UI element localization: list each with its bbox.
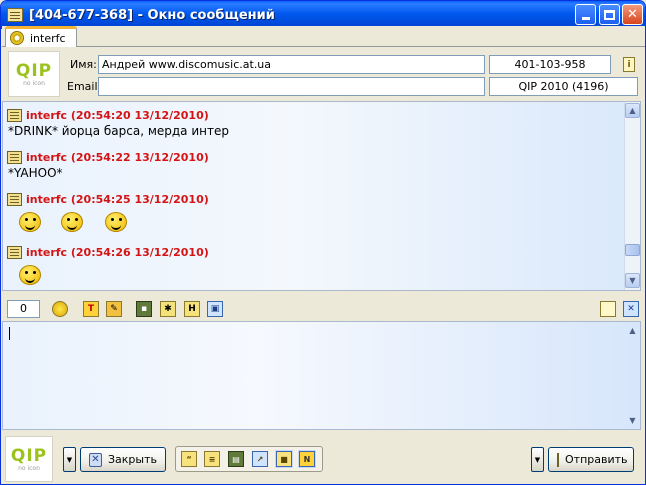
- message-icon: [7, 109, 22, 122]
- send-button[interactable]: Отправить: [548, 447, 634, 472]
- send-button-label: Отправить: [565, 453, 628, 466]
- close-options-dropdown[interactable]: ▼: [63, 447, 76, 472]
- message-text: *YAHOO*: [8, 166, 63, 180]
- contact-info-icon[interactable]: ▤: [228, 451, 244, 467]
- window-title: [404-677-368] - Окно сообщений: [29, 7, 275, 23]
- logo-subtext: no icon: [23, 79, 45, 87]
- message-header: interfc (20:54:22 13/12/2010): [7, 151, 209, 164]
- nudge-icon[interactable]: N: [299, 451, 315, 467]
- input-scroll-down-button[interactable]: ▼: [625, 413, 640, 428]
- message-author: interfc (20:54:20 13/12/2010): [26, 109, 209, 122]
- quick-actions-group: “ ≡ ▤ ↗ ■ N: [175, 446, 323, 472]
- smiley-icon: [105, 212, 127, 232]
- contact-avatar[interactable]: QIP no icon: [8, 51, 60, 97]
- logo-text: QIP: [15, 60, 53, 81]
- close-button[interactable]: ✕ Закрыть: [80, 447, 166, 472]
- message-input[interactable]: [2, 321, 641, 430]
- maximize-button[interactable]: [599, 4, 620, 25]
- color-icon[interactable]: ✎: [106, 301, 122, 317]
- dancing-smiley-icon: [19, 265, 41, 285]
- message-header: interfc (20:54:20 13/12/2010): [7, 109, 209, 122]
- message-author: interfc (20:54:26 13/12/2010): [26, 246, 209, 259]
- transfer-icon[interactable]: ↗: [252, 451, 268, 467]
- close-editor-icon[interactable]: ✕: [623, 301, 639, 317]
- minimize-button[interactable]: [575, 4, 596, 25]
- char-counter: 0: [7, 300, 40, 318]
- send-file-icon[interactable]: ■: [276, 451, 292, 467]
- message-icon: [7, 151, 22, 164]
- smiley-picker-icon[interactable]: [52, 301, 68, 317]
- message-header: interfc (20:54:26 13/12/2010): [7, 246, 209, 259]
- send-options-dropdown[interactable]: ▼: [531, 447, 544, 472]
- minimize-icon: [581, 17, 590, 20]
- bottom-bar: QIP no icon ▼ ✕ Закрыть “ ≡ ▤ ↗ ■ N ▼ От…: [2, 433, 645, 484]
- send-icon: [557, 452, 559, 467]
- email-label: Email:: [67, 80, 102, 93]
- close-window-button[interactable]: ✕: [622, 4, 643, 25]
- contact-details-icon[interactable]: i: [623, 57, 635, 72]
- bottom-logo: QIP no icon: [5, 436, 53, 482]
- title-bar[interactable]: [404-677-368] - Окно сообщений ✕: [1, 1, 645, 29]
- client-field: QIP 2010 (4196): [489, 77, 638, 96]
- font-icon[interactable]: T: [83, 301, 99, 317]
- uin-field[interactable]: 401-103-958: [489, 55, 611, 74]
- close-icon: ✕: [627, 7, 638, 22]
- message-window-icon: [7, 8, 23, 22]
- name-field[interactable]: Андрей www.discomusic.at.ua: [98, 55, 485, 74]
- close-x-icon: ✕: [89, 452, 102, 467]
- history-scrollbar[interactable]: ▲ ▼: [624, 102, 640, 290]
- quote-icon[interactable]: “: [181, 451, 197, 467]
- message-text: *DRINK* йорца барса, мерда интер: [8, 124, 229, 138]
- input-scroll-up-button[interactable]: ▲: [625, 323, 640, 338]
- scroll-up-button[interactable]: ▲: [625, 103, 640, 118]
- note-icon[interactable]: [600, 301, 616, 317]
- email-field[interactable]: [98, 77, 485, 96]
- bottom-logo-subtext: no icon: [18, 464, 40, 472]
- tab-interfc[interactable]: interfc: [5, 26, 77, 47]
- message-header: interfc (20:54:25 13/12/2010): [7, 193, 209, 206]
- message-icon: [7, 193, 22, 206]
- insert-image-icon[interactable]: ✱: [160, 301, 176, 317]
- tab-bar: interfc: [2, 26, 645, 47]
- close-button-label: Закрыть: [108, 453, 157, 466]
- bottom-logo-text: QIP: [10, 445, 48, 466]
- maximize-icon: [604, 9, 615, 20]
- scroll-down-button[interactable]: ▼: [625, 273, 640, 288]
- contact-info-panel: QIP no icon Имя: Андрей www.discomusic.a…: [2, 48, 645, 100]
- paste-icon[interactable]: ≡: [204, 451, 220, 467]
- message-window: [404-677-368] - Окно сообщений ✕ interfc…: [0, 0, 646, 485]
- message-author: interfc (20:54:25 13/12/2010): [26, 193, 209, 206]
- save-icon[interactable]: ▪: [136, 301, 152, 317]
- text-caret: [9, 327, 10, 340]
- history-icon[interactable]: H: [184, 301, 200, 317]
- screenshot-icon[interactable]: ▣: [207, 301, 223, 317]
- smiley-icon: [19, 212, 41, 232]
- smiley-icon: [61, 212, 83, 232]
- input-scrollbar[interactable]: ▲ ▼: [625, 322, 641, 429]
- editor-toolbar: 0 T ✎ ▪ ✱ H ▣ ✕: [2, 298, 645, 320]
- message-icon: [7, 246, 22, 259]
- message-history[interactable]: interfc (20:54:20 13/12/2010) *DRINK* йо…: [2, 101, 641, 291]
- name-label: Имя:: [70, 58, 97, 71]
- message-author: interfc (20:54:22 13/12/2010): [26, 151, 209, 164]
- tab-label: interfc: [30, 31, 66, 45]
- scroll-thumb[interactable]: [625, 244, 640, 256]
- status-gear-icon: [10, 31, 24, 45]
